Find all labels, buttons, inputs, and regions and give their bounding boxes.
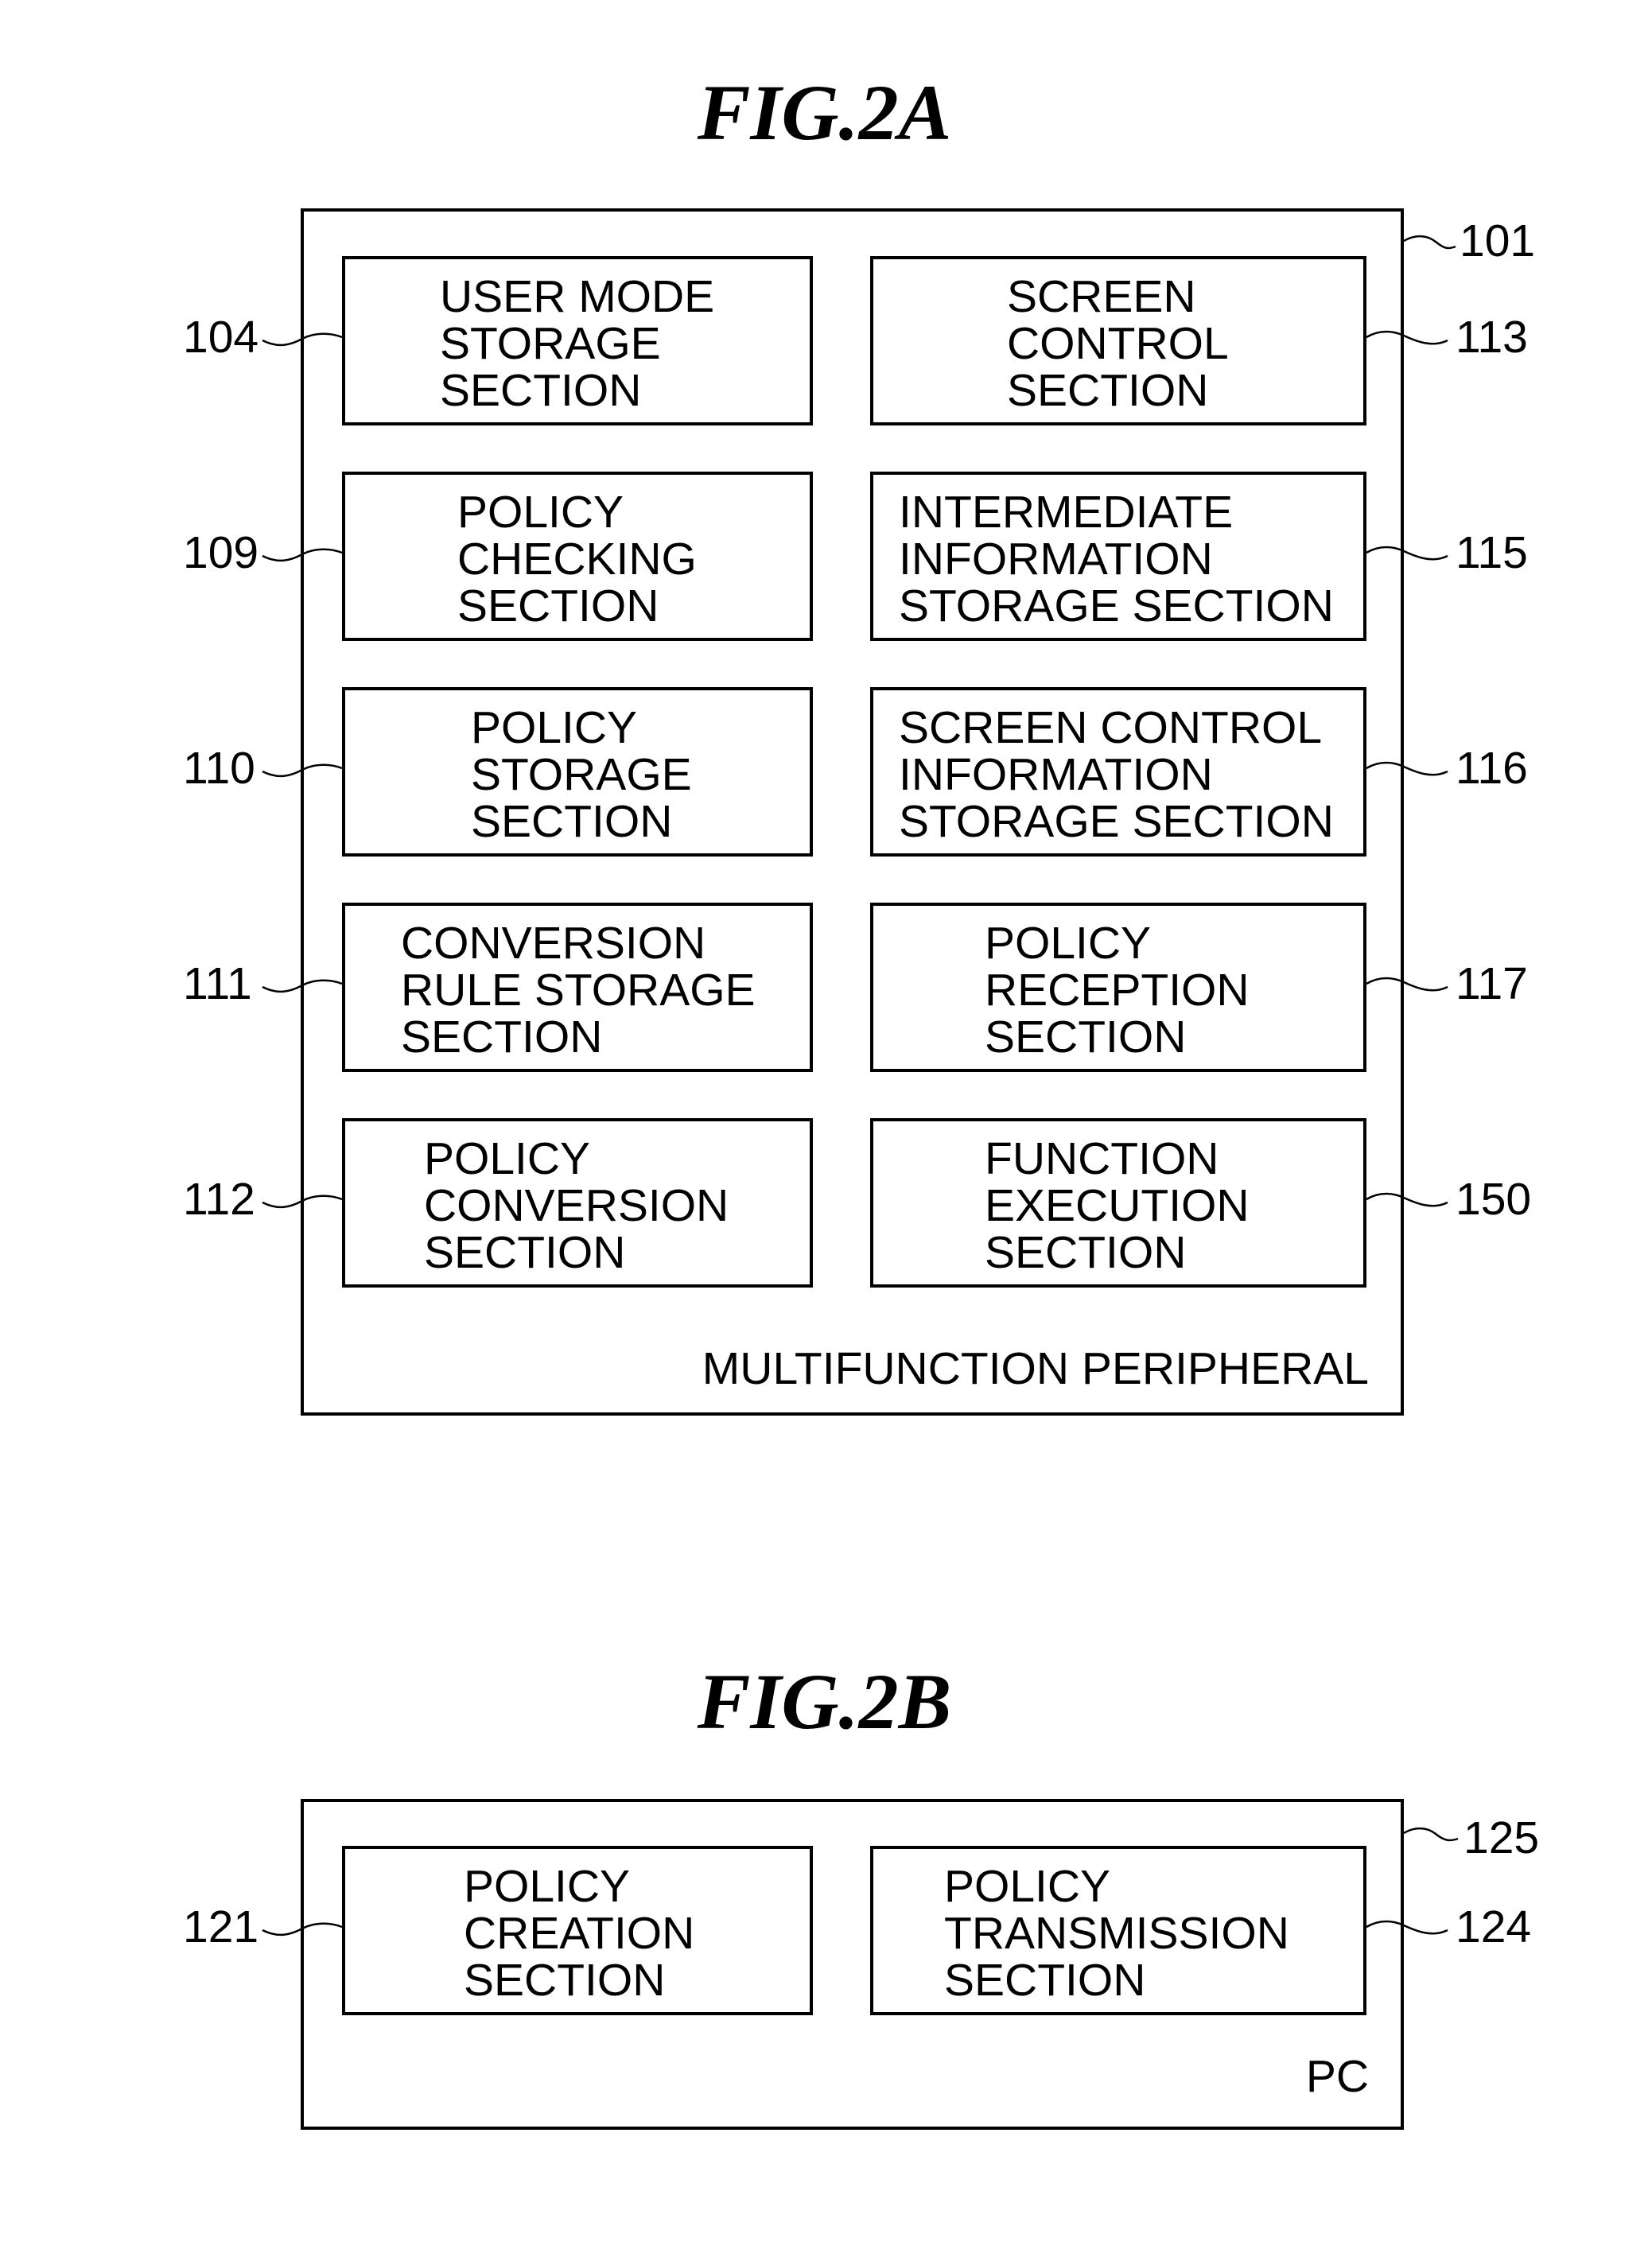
section-block-label-line: SCREEN CONTROL bbox=[899, 702, 1323, 753]
section-block-label-line: INTERMEDIATE bbox=[899, 487, 1234, 538]
section-block-113: SCREEN CONTROL SECTION bbox=[870, 256, 1366, 425]
section-block-150: FUNCTION EXECUTION SECTION bbox=[870, 1118, 1366, 1288]
section-block-label: POLICY CONVERSION SECTION bbox=[424, 1136, 729, 1276]
ref-label-116: 116 bbox=[1456, 743, 1528, 794]
section-block-label-line: SECTION bbox=[1007, 365, 1209, 416]
section-block-104: USER MODE STORAGE SECTION bbox=[342, 256, 813, 425]
ref-label-104: 104 bbox=[183, 312, 259, 363]
section-block-label-line: SECTION bbox=[401, 1012, 603, 1062]
section-block-label-line: INFORMATION bbox=[899, 749, 1213, 800]
section-block-label-line: SECTION bbox=[440, 365, 642, 416]
section-block-label-line: USER MODE bbox=[440, 271, 715, 322]
section-block-label-line: CREATION bbox=[464, 1908, 695, 1959]
ref-label-111: 111 bbox=[183, 958, 252, 1009]
section-block-label: USER MODE STORAGE SECTION bbox=[440, 274, 714, 414]
section-block-label: POLICY CHECKING SECTION bbox=[457, 489, 697, 630]
section-block-115: INTERMEDIATE INFORMATION STORAGE SECTION bbox=[870, 472, 1366, 641]
section-block-label: POLICY CREATION SECTION bbox=[464, 1863, 694, 2004]
section-block-117: POLICY RECEPTION SECTION bbox=[870, 903, 1366, 1072]
section-block-label: SCREEN CONTROL SECTION bbox=[1007, 274, 1229, 414]
section-block-label-line: RECEPTION bbox=[985, 965, 1250, 1016]
section-block-label: POLICY STORAGE SECTION bbox=[471, 705, 692, 845]
section-block-label-line: EXECUTION bbox=[985, 1180, 1250, 1231]
figure-title-2b: FIG.2B bbox=[697, 1657, 952, 1746]
section-block-label-line: SECTION bbox=[985, 1227, 1187, 1278]
ref-label-124: 124 bbox=[1456, 1902, 1532, 1952]
section-block-label: POLICY TRANSMISSION SECTION bbox=[944, 1863, 1289, 2004]
section-block-label-line: POLICY bbox=[424, 1133, 591, 1184]
ref-label-112: 112 bbox=[183, 1174, 255, 1225]
ref-label-117: 117 bbox=[1456, 958, 1528, 1009]
section-block-116: SCREEN CONTROL INFORMATION STORAGE SECTION bbox=[870, 687, 1366, 857]
section-block-label-line: SECTION bbox=[457, 581, 659, 631]
section-block-label: SCREEN CONTROL INFORMATION STORAGE SECTION bbox=[899, 705, 1334, 845]
section-block-label-line: CHECKING bbox=[457, 534, 697, 585]
section-block-label-line: SECTION bbox=[985, 1012, 1187, 1062]
section-block-112: POLICY CONVERSION SECTION bbox=[342, 1118, 813, 1288]
ref-label-121: 121 bbox=[183, 1902, 259, 1952]
ref-label-150: 150 bbox=[1456, 1174, 1532, 1225]
leader-line-device-125 bbox=[1403, 1827, 1459, 1842]
section-block-label: CONVERSION RULE STORAGE SECTION bbox=[401, 920, 756, 1061]
section-block-label-line: CONTROL bbox=[1007, 318, 1229, 369]
ref-label-110: 110 bbox=[183, 743, 255, 794]
section-block-label-line: TRANSMISSION bbox=[944, 1908, 1289, 1959]
section-block-label-line: SECTION bbox=[944, 1955, 1146, 2006]
section-block-label-line: POLICY bbox=[985, 918, 1152, 969]
section-block-110: POLICY STORAGE SECTION bbox=[342, 687, 813, 857]
ref-label-109: 109 bbox=[183, 527, 259, 578]
section-block-124: POLICY TRANSMISSION SECTION bbox=[870, 1846, 1366, 2015]
section-block-label: INTERMEDIATE INFORMATION STORAGE SECTION bbox=[899, 489, 1334, 630]
section-block-label-line: FUNCTION bbox=[985, 1133, 1219, 1184]
section-block-label-line: SCREEN bbox=[1007, 271, 1196, 322]
section-block-label-line: STORAGE SECTION bbox=[899, 581, 1334, 631]
section-block-label-line: STORAGE bbox=[440, 318, 661, 369]
section-block-label-line: RULE STORAGE bbox=[401, 965, 756, 1016]
ref-label-device: 125 bbox=[1463, 1812, 1540, 1863]
ref-label-device: 101 bbox=[1460, 216, 1536, 266]
device-label: MULTIFUNCTION PERIPHERAL bbox=[702, 1343, 1369, 1394]
leader-line-device-101 bbox=[1403, 235, 1456, 250]
section-block-label-line: POLICY bbox=[457, 487, 624, 538]
section-block-label-line: CONVERSION bbox=[401, 918, 706, 969]
section-block-121: POLICY CREATION SECTION bbox=[342, 1846, 813, 2015]
patent-figure-sheet: FIG.2A MULTIFUNCTION PERIPHERAL 101 USER… bbox=[0, 0, 1652, 2257]
section-block-label-line: SECTION bbox=[464, 1955, 666, 2006]
section-block-label-line: POLICY bbox=[944, 1861, 1111, 1912]
section-block-109: POLICY CHECKING SECTION bbox=[342, 472, 813, 641]
ref-label-115: 115 bbox=[1456, 527, 1528, 578]
section-block-111: CONVERSION RULE STORAGE SECTION bbox=[342, 903, 813, 1072]
section-block-label-line: CONVERSION bbox=[424, 1180, 729, 1231]
section-block-label-line: SECTION bbox=[471, 796, 673, 847]
section-block-label: FUNCTION EXECUTION SECTION bbox=[985, 1136, 1250, 1276]
section-block-label-line: SECTION bbox=[424, 1227, 626, 1278]
section-block-label-line: STORAGE bbox=[471, 749, 692, 800]
section-block-label-line: POLICY bbox=[471, 702, 638, 753]
section-block-label-line: STORAGE SECTION bbox=[899, 796, 1334, 847]
section-block-label: POLICY RECEPTION SECTION bbox=[985, 920, 1250, 1061]
ref-label-113: 113 bbox=[1456, 312, 1528, 363]
section-block-label-line: POLICY bbox=[464, 1861, 631, 1912]
section-block-label-line: INFORMATION bbox=[899, 534, 1213, 585]
figure-title-2a: FIG.2A bbox=[697, 68, 952, 157]
device-label: PC bbox=[1305, 2051, 1369, 2102]
